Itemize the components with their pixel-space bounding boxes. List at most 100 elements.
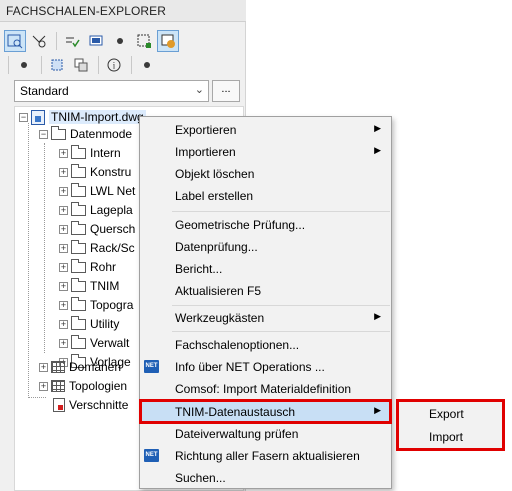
folder-icon — [71, 315, 86, 330]
tree-root-label: TNIM-Import.dwg — [49, 110, 146, 124]
menu-item-richtung-fasern[interactable]: NET Richtung aller Fasern aktualisieren — [140, 445, 391, 467]
expand-icon[interactable]: + — [59, 319, 68, 329]
expand-icon[interactable]: + — [59, 205, 68, 215]
tree-item-label: Utility — [90, 317, 120, 331]
expand-icon[interactable]: + — [59, 338, 68, 348]
tree-item-label: Rohr — [90, 260, 117, 274]
tree-item-folder[interactable]: + Quersch — [59, 219, 135, 239]
folder-icon — [71, 277, 86, 292]
collapse-icon[interactable]: − — [19, 112, 28, 122]
menu-item-datenpruefung[interactable]: Datenprüfung... — [140, 236, 391, 258]
expand-icon[interactable]: + — [59, 224, 68, 234]
explorer-view-icon[interactable] — [4, 30, 26, 52]
tree-item-label: Topogra — [90, 298, 134, 312]
screen-icon[interactable] — [85, 30, 107, 52]
view-select-value: Standard — [20, 84, 69, 98]
tree-item-topologien[interactable]: + Topologien — [39, 376, 127, 396]
tree-item-label: Quersch — [90, 222, 136, 236]
expand-icon[interactable]: + — [59, 148, 68, 158]
submenu-item-import[interactable]: Import — [399, 426, 502, 448]
tree-item-verschnitte[interactable]: Verschnitte — [53, 395, 128, 415]
tree-item-label: Intern — [90, 146, 121, 160]
submenu-arrow-icon: ▶ — [374, 123, 381, 133]
submenu-item-label: Import — [429, 430, 464, 444]
menu-item-objekt-loeschen[interactable]: Objekt löschen — [140, 163, 391, 185]
tree-item-folder[interactable]: + Lagepla — [59, 200, 133, 220]
menu-item-aktualisieren[interactable]: Aktualisieren F5 — [140, 280, 391, 302]
tree-item-datenmodell[interactable]: − Datenmode — [39, 124, 132, 144]
tree-item-label: Datenmode — [70, 127, 133, 141]
database-icon[interactable] — [157, 30, 179, 52]
collapse-icon[interactable]: − — [39, 129, 48, 139]
filter-icon[interactable] — [28, 30, 50, 52]
menu-item-label: Werkzeugkästen — [175, 311, 265, 325]
tree-item-folder[interactable]: + Konstru — [59, 162, 131, 182]
menu-item-exportieren[interactable]: Exportieren ▶ — [140, 119, 391, 141]
menu-item-label: Geometrische Prüfung... — [175, 218, 306, 232]
menu-item-label: Importieren — [175, 145, 236, 159]
menu-item-importieren[interactable]: Importieren ▶ — [140, 141, 391, 163]
expand-icon[interactable]: + — [59, 243, 68, 253]
submenu-tnim: Export Import — [396, 399, 505, 451]
expand-icon[interactable]: + — [59, 167, 68, 177]
tree-item-folder[interactable]: + Rohr — [59, 257, 116, 277]
folder-icon — [71, 334, 86, 349]
menu-item-label: Exportieren — [175, 123, 237, 137]
folder-icon — [71, 220, 86, 235]
copy-icon[interactable] — [70, 54, 92, 76]
highlight-frame — [139, 399, 392, 424]
expand-icon[interactable]: + — [59, 300, 68, 310]
tree-item-folder[interactable]: + Utility — [59, 314, 119, 334]
tree-item-folder[interactable]: + TNIM — [59, 276, 119, 296]
folder-icon — [71, 163, 86, 178]
menu-item-label-erstellen[interactable]: Label erstellen — [140, 185, 391, 207]
folder-icon — [71, 201, 86, 216]
menu-item-label: Objekt löschen — [175, 167, 255, 181]
tree-item-folder[interactable]: + Verwalt — [59, 333, 129, 353]
expand-icon[interactable]: + — [59, 281, 68, 291]
expand-icon[interactable]: + — [39, 381, 48, 391]
toolbar-separator — [8, 56, 9, 74]
menu-item-suchen[interactable]: Suchen... — [140, 467, 391, 489]
menu-item-label: Richtung aller Fasern aktualisieren — [175, 449, 360, 463]
menu-item-label: Aktualisieren F5 — [175, 284, 262, 298]
submenu-item-export[interactable]: Export — [399, 403, 502, 425]
menu-item-info-net-operations[interactable]: NET Info über NET Operations ... — [140, 356, 391, 378]
menu-item-dateiverwaltung[interactable]: Dateiverwaltung prüfen — [140, 423, 391, 445]
more-button[interactable]: ... — [212, 80, 240, 102]
folder-icon — [71, 182, 86, 197]
menu-item-label: Suchen... — [175, 471, 226, 485]
expand-icon[interactable]: + — [59, 186, 68, 196]
dot-icon[interactable] — [136, 54, 158, 76]
menu-item-werkzeugkaesten[interactable]: Werkzeugkästen ▶ — [140, 307, 391, 329]
dot-icon[interactable] — [13, 54, 35, 76]
expand-icon[interactable]: + — [39, 362, 48, 372]
folder-icon — [71, 144, 86, 159]
view-select[interactable]: Standard ⌄ — [14, 80, 209, 102]
chevron-down-icon: ⌄ — [194, 84, 204, 96]
menu-item-geometrische-pruefung[interactable]: Geometrische Prüfung... — [140, 214, 391, 236]
menu-item-fachschalenoptionen[interactable]: Fachschalenoptionen... — [140, 334, 391, 356]
tree-item-domaenen[interactable]: + Domänen — [39, 357, 121, 377]
folder-icon — [51, 125, 66, 140]
menu-item-comsof-import[interactable]: Comsof: Import Materialdefinition — [140, 378, 391, 400]
topology-grid-icon — [51, 380, 65, 392]
menu-item-label: Info über NET Operations ... — [175, 360, 325, 374]
menu-separator — [172, 331, 390, 332]
folder-icon — [71, 239, 86, 254]
grid-select-icon[interactable] — [133, 30, 155, 52]
toolbar-separator — [56, 32, 57, 50]
menu-separator — [172, 211, 390, 212]
info-icon[interactable]: i — [103, 54, 125, 76]
toolbar-separator — [98, 56, 99, 74]
tree-item-folder[interactable]: + Topogra — [59, 295, 133, 315]
layer-icon[interactable] — [46, 54, 68, 76]
tree-item-folder[interactable]: + Intern — [59, 143, 121, 163]
tree-item-label: Verwalt — [90, 336, 130, 350]
menu-item-bericht[interactable]: Bericht... — [140, 258, 391, 280]
connect-icon[interactable] — [61, 30, 83, 52]
tree-item-folder[interactable]: + LWL Net — [59, 181, 135, 201]
expand-icon[interactable]: + — [59, 262, 68, 272]
dot-icon[interactable] — [109, 30, 131, 52]
tree-item-folder[interactable]: + Rack/Sc — [59, 238, 135, 258]
